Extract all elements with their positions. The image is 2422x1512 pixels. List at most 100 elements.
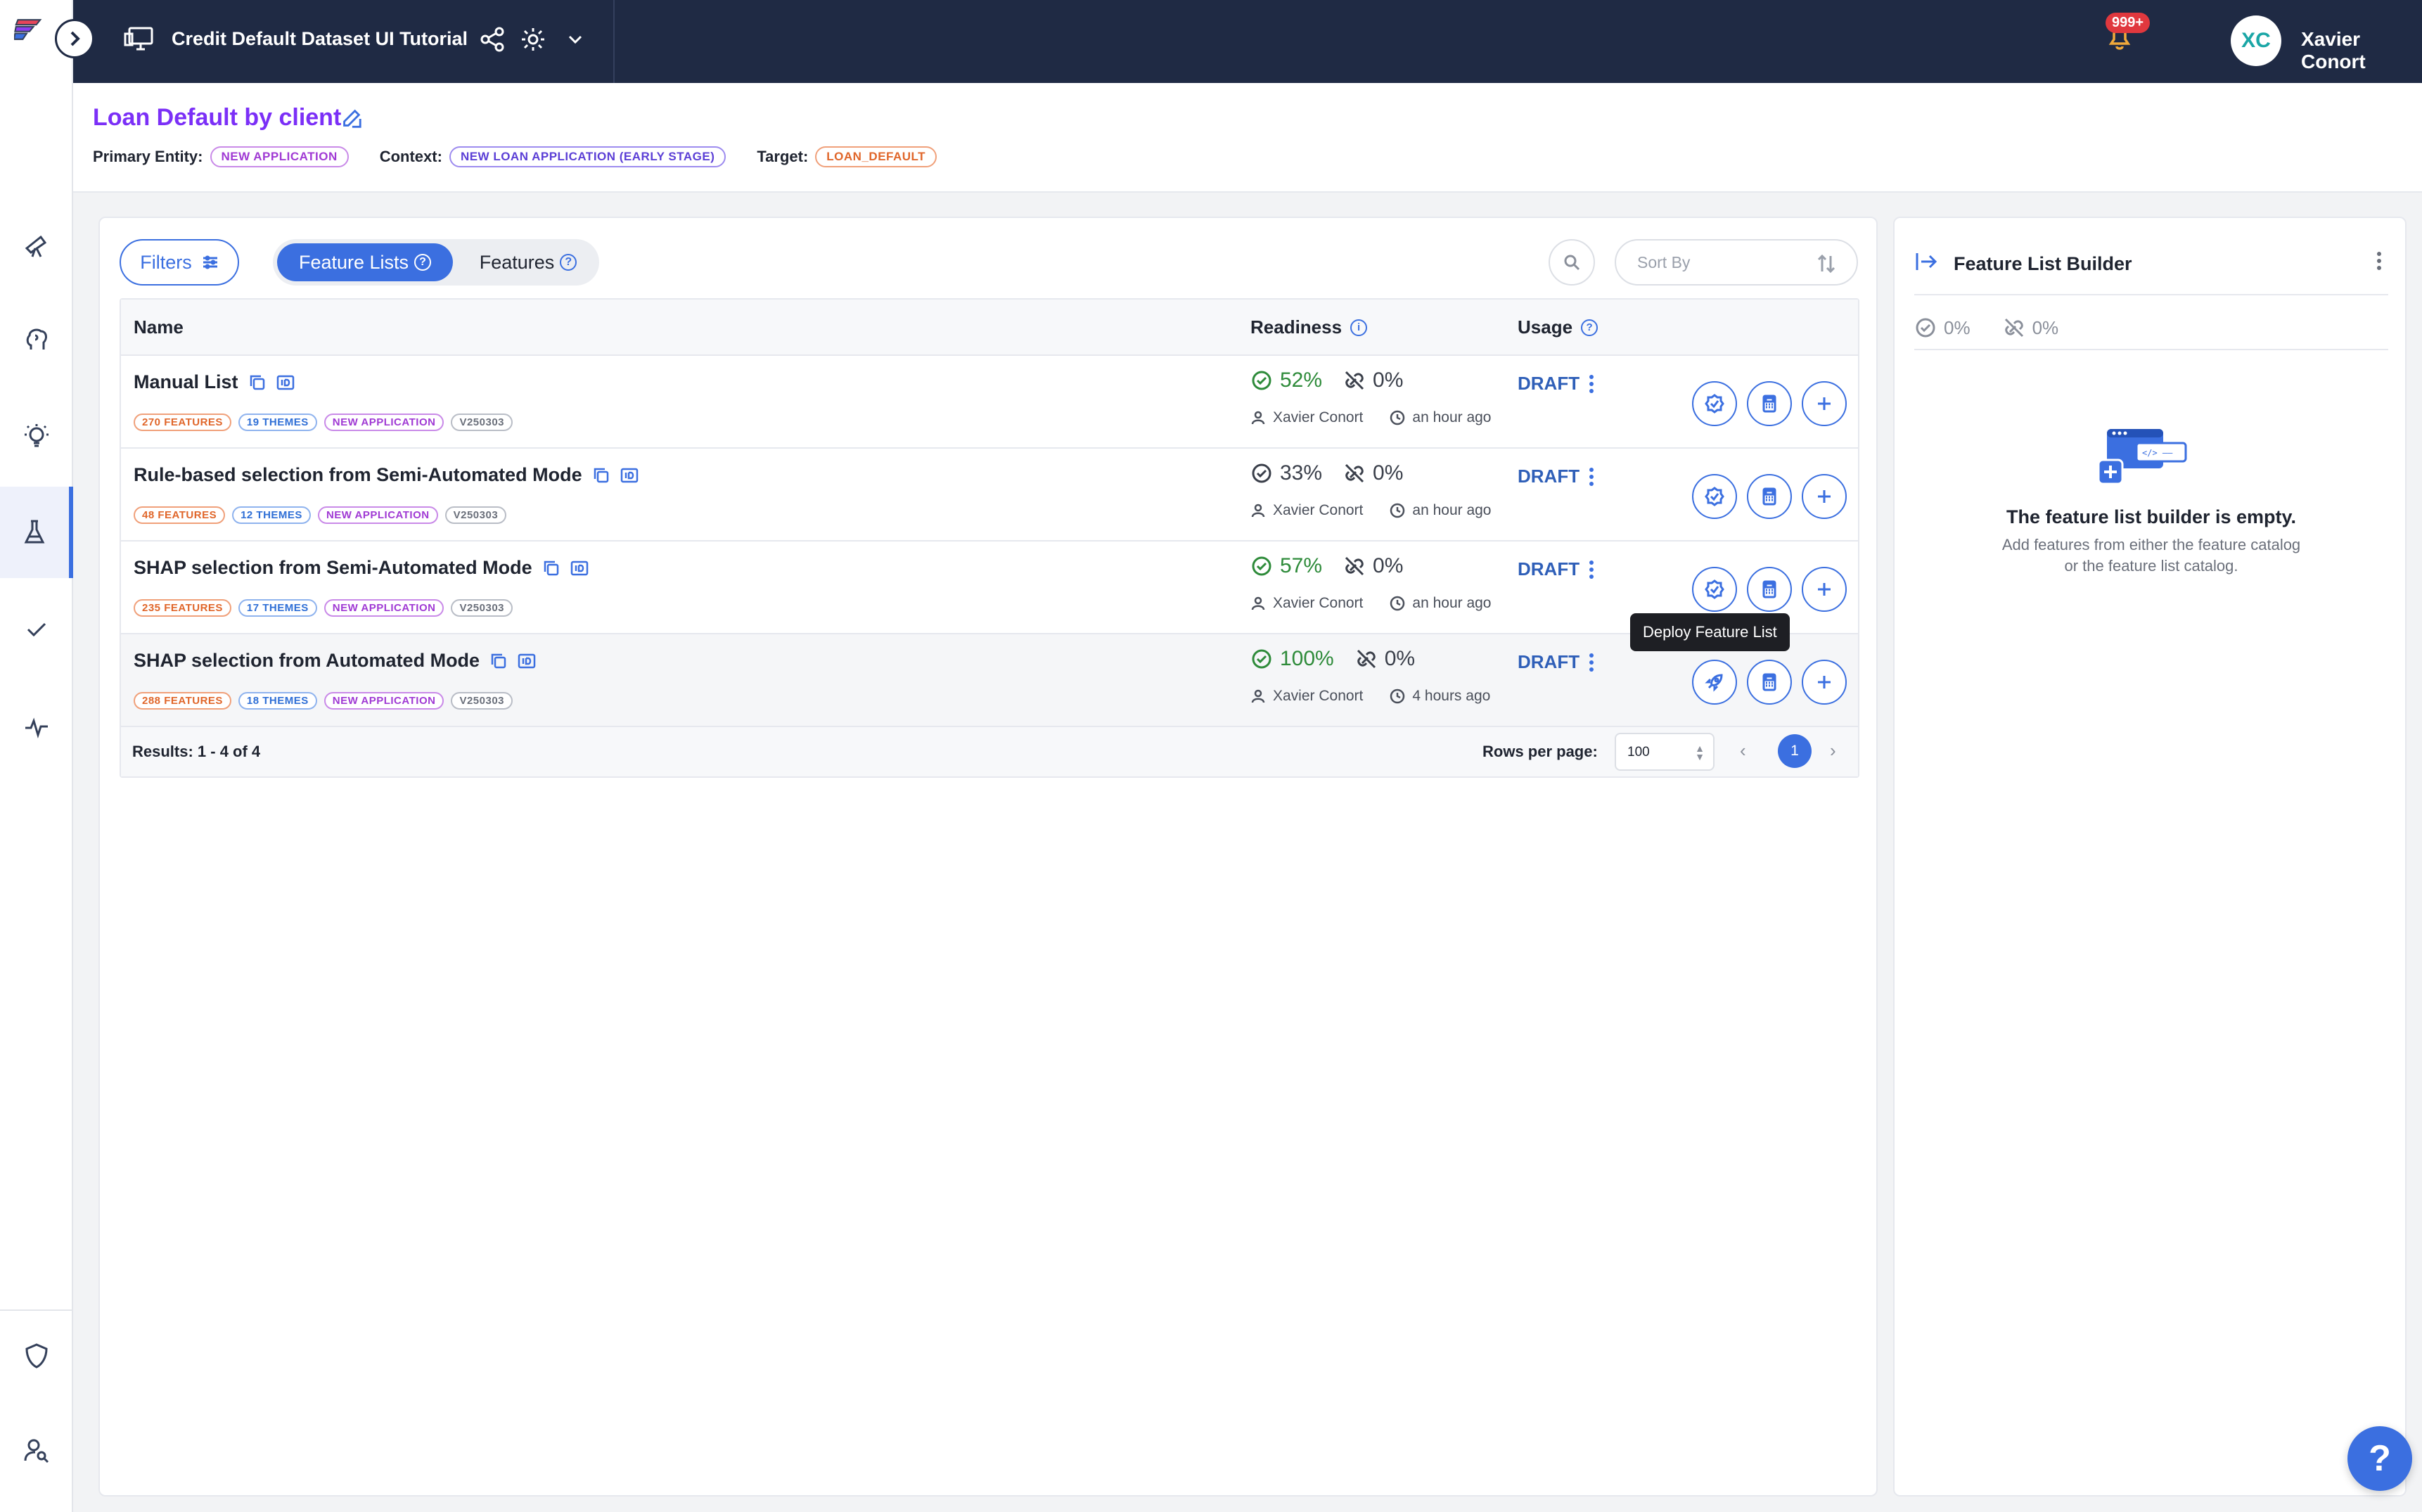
rail-user-search-icon[interactable]: [0, 1405, 73, 1497]
table-row[interactable]: SHAP selection from Automated Mode 288 FE…: [121, 634, 1858, 727]
settings-gear-icon[interactable]: [519, 25, 547, 53]
copy-icon[interactable]: [542, 559, 560, 577]
add-to-builder-button[interactable]: [1802, 660, 1847, 705]
owner-name: Xavier Conort: [1273, 502, 1364, 518]
rail-lightbulb-icon[interactable]: [0, 390, 73, 482]
rail-telescope-icon[interactable]: [0, 198, 73, 290]
col-readiness[interactable]: Readiness i: [1250, 316, 1368, 338]
featurebyte-logo-icon[interactable]: [13, 15, 55, 52]
sliders-icon: [203, 255, 217, 269]
table-row[interactable]: SHAP selection from Semi-Automated Mode 2…: [121, 542, 1858, 634]
row-actions: [1692, 567, 1847, 612]
readiness-percent: 100%: [1280, 647, 1334, 670]
status-menu-icon[interactable]: [1589, 467, 1594, 486]
add-to-builder-button[interactable]: [1802, 567, 1847, 612]
help-circle-icon[interactable]: ?: [560, 254, 577, 271]
rail-activity-icon[interactable]: [0, 681, 73, 772]
add-to-builder-button[interactable]: [1802, 381, 1847, 426]
rail-check-icon[interactable]: [0, 584, 73, 675]
updated-time: an hour ago: [1412, 409, 1492, 425]
feature-list-chips: 48 FEATURES 12 THEMES NEW APPLICATION V2503…: [134, 506, 507, 524]
features-count-chip: 48 FEATURES: [134, 506, 226, 524]
table-row[interactable]: Manual List 270 FEATURES 19 THEMES NEW APPL…: [121, 356, 1858, 449]
tab-feature-lists-label: Feature Lists: [298, 251, 409, 273]
status-menu-icon[interactable]: [1589, 653, 1594, 672]
avatar[interactable]: XC: [2231, 15, 2281, 66]
target-label: Target:: [757, 148, 809, 165]
info-icon[interactable]: i: [1350, 319, 1368, 336]
owner-name: Xavier Conort: [1273, 409, 1364, 425]
tab-feature-lists[interactable]: Feature Lists ?: [277, 243, 453, 281]
feature-list-name[interactable]: Rule-based selection from Semi-Automated…: [134, 464, 639, 486]
builder-more-icon[interactable]: [2377, 252, 2381, 270]
compute-button[interactable]: [1747, 567, 1792, 612]
rail-brain-icon[interactable]: [0, 294, 73, 385]
collapse-panel-arrow-icon[interactable]: [1914, 249, 1940, 274]
rows-per-page-select[interactable]: 100 ▲ ▼: [1615, 733, 1715, 771]
help-circle-icon[interactable]: ?: [1581, 319, 1598, 336]
compute-button[interactable]: [1747, 474, 1792, 519]
compute-button[interactable]: [1747, 381, 1792, 426]
clock-icon: [1390, 688, 1405, 704]
help-circle-icon[interactable]: ?: [414, 254, 432, 271]
feature-list-name[interactable]: SHAP selection from Automated Mode: [134, 650, 536, 672]
compute-button[interactable]: [1747, 660, 1792, 705]
prev-page-icon[interactable]: ‹: [1740, 740, 1746, 762]
table-row[interactable]: Rule-based selection from Semi-Automated…: [121, 449, 1858, 542]
plus-icon: [1818, 676, 1831, 688]
user-icon: [1251, 504, 1265, 518]
filters-label: Filters: [140, 251, 192, 273]
table-footer: Results: 1 - 4 of 4 Rows per page: 100 ▲…: [121, 727, 1858, 776]
copy-icon[interactable]: [592, 466, 610, 485]
chevron-down-icon[interactable]: [561, 25, 589, 53]
catalog-selector[interactable]: Credit Default Dataset UI Tutorial: [73, 0, 615, 83]
edit-pencil-icon[interactable]: [339, 107, 364, 132]
help-button[interactable]: ?: [2347, 1426, 2412, 1491]
search-button[interactable]: [1549, 239, 1595, 286]
id-icon[interactable]: [620, 466, 639, 485]
entity-chip: NEW APPLICATION: [323, 599, 444, 617]
status-menu-icon[interactable]: [1589, 560, 1594, 579]
tab-features[interactable]: Features ?: [463, 243, 594, 281]
themes-count-chip: 17 THEMES: [238, 599, 317, 617]
id-icon[interactable]: [570, 559, 589, 577]
id-icon[interactable]: [276, 373, 295, 392]
rail-shield-icon[interactable]: [0, 1309, 73, 1401]
builder-stats: 0% 0%: [1914, 307, 2388, 350]
context-label: Context:: [379, 148, 442, 165]
filters-button[interactable]: Filters: [120, 239, 239, 286]
rows-per-page-label: Rows per page:: [1482, 743, 1598, 760]
readiness-stats: 33% 0%: [1250, 461, 1403, 485]
rail-flask-icon[interactable]: [0, 487, 73, 578]
status-menu-icon[interactable]: [1589, 374, 1594, 393]
badge-check-icon: [1705, 394, 1724, 414]
copy-icon[interactable]: [248, 373, 267, 392]
owner-name: Xavier Conort: [1273, 688, 1364, 704]
context-chip[interactable]: NEW LOAN APPLICATION (EARLY STAGE): [449, 146, 726, 167]
online-off-icon: [1357, 649, 1376, 669]
badge-check-icon: [1705, 579, 1724, 599]
themes-count-chip: 18 THEMES: [238, 692, 317, 710]
approve-button[interactable]: [1692, 567, 1737, 612]
approve-button[interactable]: [1692, 381, 1737, 426]
target-chip[interactable]: LOAN_DEFAULT: [815, 146, 937, 167]
approve-button[interactable]: [1692, 474, 1737, 519]
page-1-button[interactable]: 1: [1778, 734, 1812, 768]
updated-time: 4 hours ago: [1412, 688, 1491, 704]
expand-sidebar-button[interactable]: [55, 19, 94, 58]
copy-icon[interactable]: [489, 652, 508, 670]
feature-list-name[interactable]: Manual List: [134, 371, 295, 393]
readiness-check-icon: [1252, 371, 1271, 390]
feature-list-name[interactable]: SHAP selection from Semi-Automated Mode: [134, 557, 589, 579]
chevron-right-icon: [70, 31, 80, 46]
id-icon[interactable]: [518, 652, 536, 670]
online-percent: 0%: [1373, 554, 1404, 577]
share-icon[interactable]: [478, 25, 506, 53]
deploy-button[interactable]: [1692, 660, 1737, 705]
col-name[interactable]: Name: [134, 316, 184, 338]
next-page-icon[interactable]: ›: [1830, 740, 1836, 762]
col-usage[interactable]: Usage?: [1518, 316, 1598, 338]
add-to-builder-button[interactable]: [1802, 474, 1847, 519]
sort-by-select[interactable]: Sort By: [1615, 239, 1858, 286]
user-name[interactable]: Xavier Conort: [2301, 28, 2422, 73]
